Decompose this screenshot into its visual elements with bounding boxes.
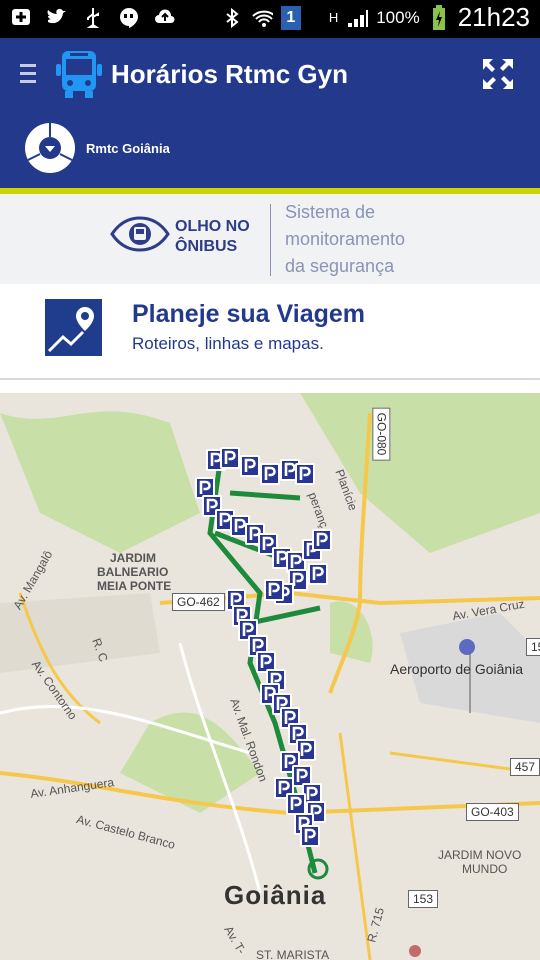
- banner-tagline-2: monitoramento: [285, 229, 406, 249]
- bus-stop-marker[interactable]: [240, 455, 260, 477]
- app-bar: Horários Rtmc Gyn: [0, 38, 540, 110]
- bus-icon[interactable]: [54, 48, 104, 100]
- map-label: BALNEARIO: [97, 565, 169, 579]
- status-bar: 1 H 100% 21h23: [0, 0, 540, 38]
- bus-stop-marker[interactable]: [300, 825, 320, 847]
- road-shield: 153: [408, 890, 439, 908]
- map-label: MUNDO: [462, 862, 508, 876]
- banner-divider: [270, 204, 271, 276]
- rmtc-logo: [25, 123, 75, 173]
- map-label: MEIA PONTE: [97, 579, 172, 593]
- brand-name: Rmtc Goiânia: [86, 141, 170, 156]
- app-title: Horários Rtmc Gyn: [111, 59, 348, 89]
- road-shield: 15: [526, 638, 540, 656]
- map-city-label: Goiânia: [224, 880, 327, 910]
- add-icon: [10, 6, 32, 28]
- bus-stop-marker[interactable]: [264, 579, 284, 601]
- map-label: JARDIM: [110, 551, 157, 565]
- road-shield: GO-403: [466, 803, 519, 821]
- usb-icon: [82, 6, 104, 28]
- bus-stop-marker[interactable]: [220, 447, 240, 469]
- twitter-icon: [46, 6, 68, 28]
- bluetooth-icon: [221, 7, 243, 29]
- plan-title: Planeje sua Viagem: [132, 300, 365, 328]
- brand-bar: Rmtc Goiânia: [0, 110, 540, 194]
- map-pin-icon: [45, 299, 102, 356]
- road-shield: 457: [510, 758, 540, 776]
- expand-icon[interactable]: [480, 56, 516, 92]
- eye-bus-icon: [110, 216, 170, 252]
- bus-stop-marker[interactable]: [286, 793, 306, 815]
- signal-icon: [346, 7, 369, 29]
- upload-icon: [154, 6, 176, 28]
- map-label: Aeroporto de Goiânia: [390, 661, 524, 677]
- banner-tagline-1: Sistema de: [285, 202, 376, 222]
- notification-badge: 1: [280, 5, 301, 30]
- banner-brand-line2: ÔNIBUS: [175, 238, 238, 255]
- olho-no-onibus-banner[interactable]: OLHO NO ÔNIBUS Sistema de monitoramento …: [0, 194, 540, 284]
- clock: 21h23: [457, 2, 530, 32]
- banner-brand-line1: OLHO NO: [175, 218, 250, 235]
- bus-stop-marker[interactable]: [295, 463, 315, 485]
- network-type: H: [328, 10, 339, 25]
- map-label: JARDIM NOVO: [438, 848, 522, 862]
- menu-icon[interactable]: [20, 64, 36, 84]
- battery-icon: [428, 4, 450, 30]
- wifi-icon: [251, 7, 273, 29]
- plan-trip-card[interactable]: Planeje sua Viagem Roteiros, linhas e ma…: [0, 284, 540, 380]
- bus-stop-marker[interactable]: [260, 463, 280, 485]
- road-shield: GO-080: [372, 407, 391, 461]
- road-shield: GO-462: [172, 593, 225, 611]
- hangouts-icon: [118, 6, 140, 28]
- banner-tagline-3: da segurança: [285, 256, 395, 276]
- plan-subtitle: Roteiros, linhas e mapas.: [132, 334, 324, 353]
- bus-stop-marker[interactable]: [308, 563, 328, 585]
- route-map[interactable]: Goiânia JARDIM BALNEARIO MEIA PONTE Av. …: [0, 393, 540, 960]
- map-label: ST. MARISTA: [256, 948, 330, 960]
- bus-stop-marker[interactable]: [312, 529, 332, 551]
- battery-percent: 100%: [376, 7, 420, 27]
